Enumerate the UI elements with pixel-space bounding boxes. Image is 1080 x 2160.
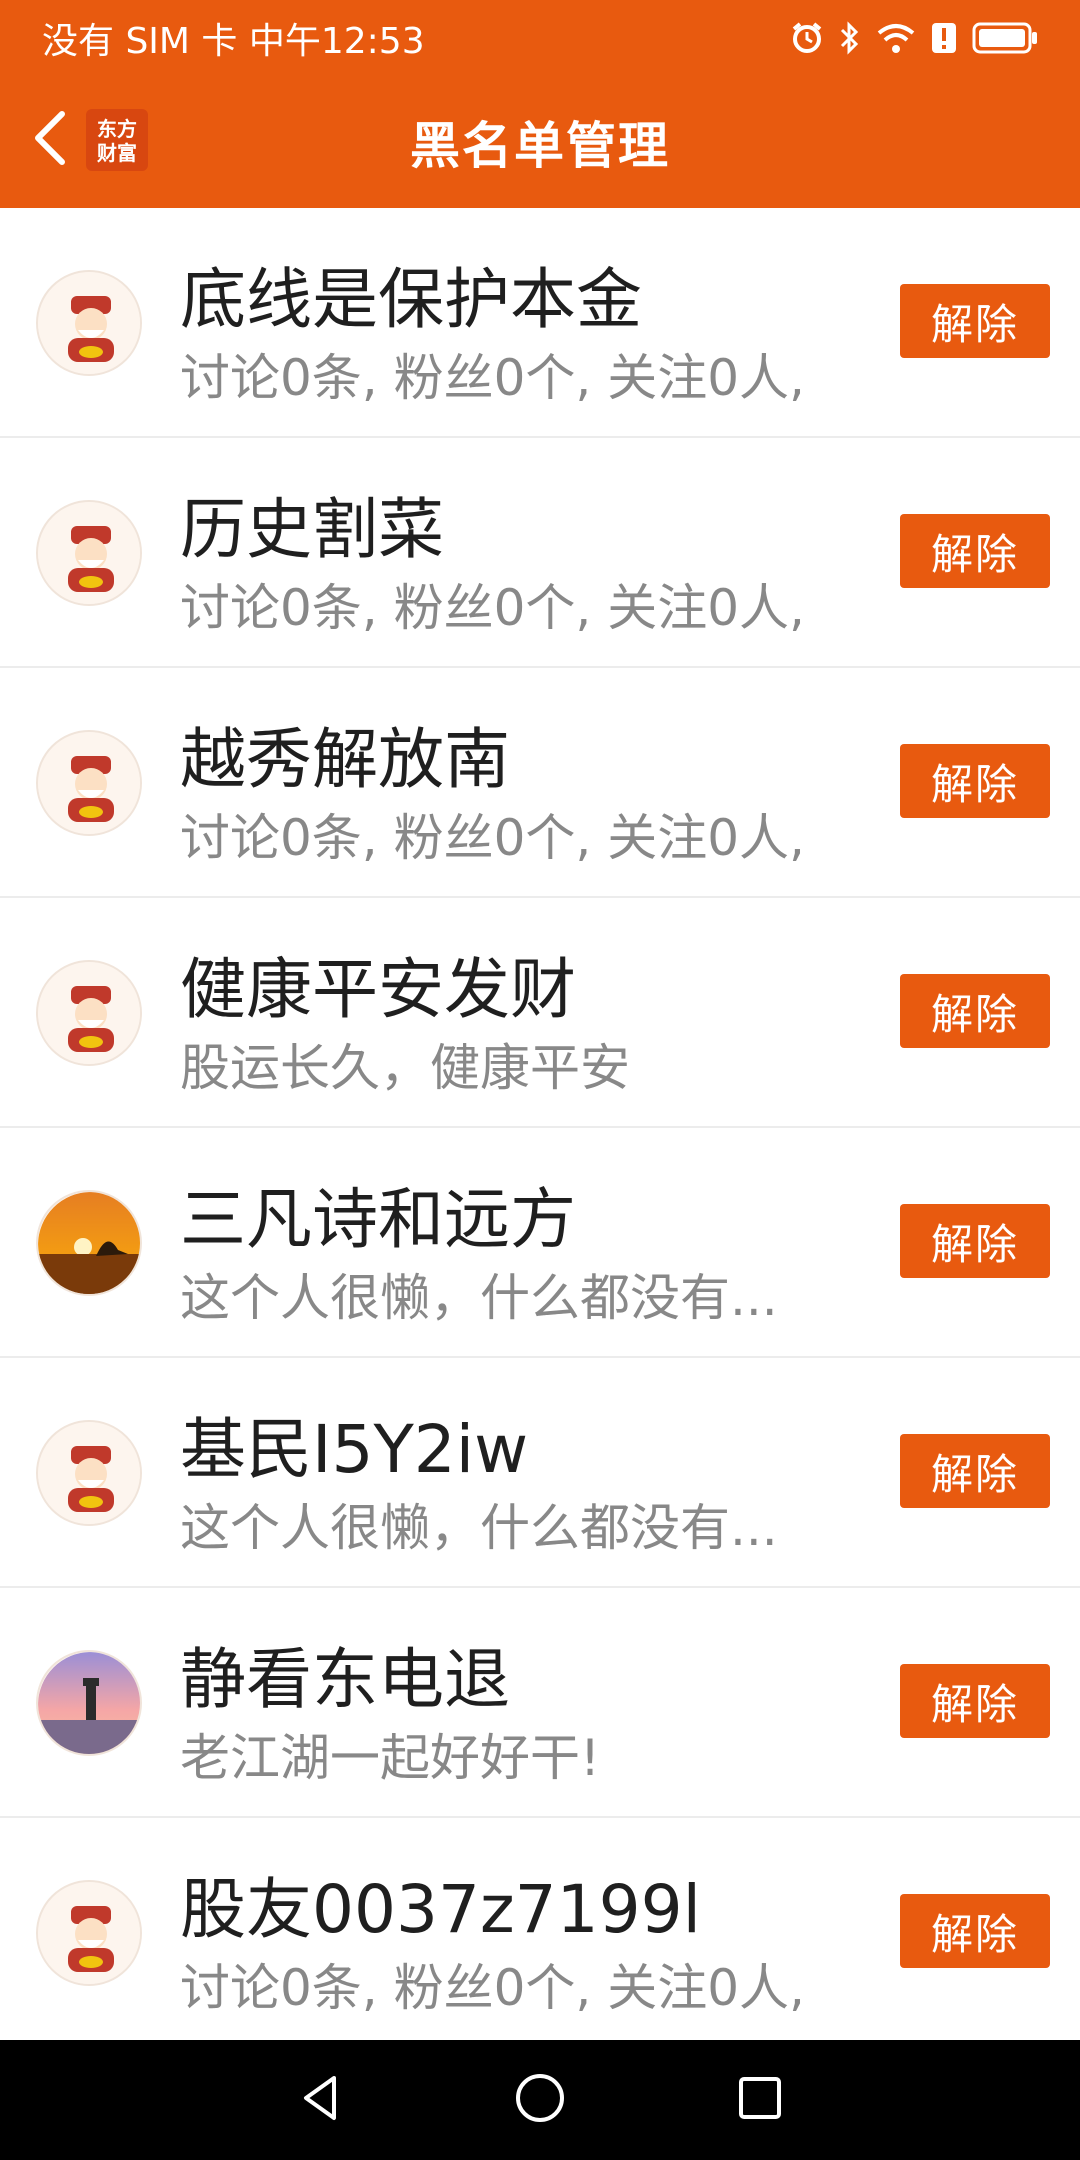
fortune-god-avatar bbox=[36, 730, 142, 836]
user-name: 静看东电退 bbox=[180, 1641, 510, 1718]
user-name: 越秀解放南 bbox=[180, 721, 510, 798]
alert-icon bbox=[930, 21, 958, 55]
list-item[interactable]: 越秀解放南 讨论0条, 粉丝0个, 关注0人, 解除 bbox=[0, 668, 1080, 898]
list-item[interactable]: 基民I5Y2iw 这个人很懒，什么都没有... 解除 bbox=[0, 1358, 1080, 1588]
fortune-god-avatar bbox=[36, 1420, 142, 1526]
fortune-god-avatar bbox=[36, 1880, 142, 1986]
user-name: 历史割菜 bbox=[180, 491, 444, 568]
user-name: 基民I5Y2iw bbox=[180, 1411, 529, 1488]
back-triangle-icon bbox=[294, 2072, 346, 2128]
fortune-god-avatar bbox=[36, 270, 142, 376]
list-item[interactable]: 三凡诗和远方 这个人很懒，什么都没有... 解除 bbox=[0, 1128, 1080, 1358]
user-desc: 这个人很懒，什么都没有... bbox=[180, 1269, 778, 1327]
app-logo: 东方 财富 bbox=[84, 107, 150, 173]
user-desc: 讨论0条, 粉丝0个, 关注0人, bbox=[180, 349, 805, 407]
back-button[interactable] bbox=[20, 105, 80, 175]
lighthouse-photo-avatar bbox=[36, 1650, 142, 1756]
unblock-button[interactable]: 解除 bbox=[900, 974, 1050, 1048]
blacklist: 底线是保护本金 讨论0条, 粉丝0个, 关注0人, 解除 历史割菜 讨论0条, … bbox=[0, 208, 1080, 2048]
home-circle-icon bbox=[512, 2070, 568, 2130]
list-item[interactable]: 底线是保护本金 讨论0条, 粉丝0个, 关注0人, 解除 bbox=[0, 208, 1080, 438]
user-name: 健康平安发财 bbox=[180, 951, 576, 1028]
list-item[interactable]: 历史割菜 讨论0条, 粉丝0个, 关注0人, 解除 bbox=[0, 438, 1080, 668]
user-desc: 讨论0条, 粉丝0个, 关注0人, bbox=[180, 1959, 805, 2017]
unblock-button[interactable]: 解除 bbox=[900, 1894, 1050, 1968]
user-desc: 股运长久，健康平安 bbox=[180, 1039, 630, 1097]
page-title: 黑名单管理 bbox=[410, 116, 670, 175]
user-desc: 老江湖一起好好干! bbox=[180, 1729, 601, 1787]
status-bar: 没有 SIM 卡 中午12:53 bbox=[0, 0, 1080, 75]
system-nav-bar bbox=[0, 2040, 1080, 2160]
app-header: 黑名单管理 东方 财富 bbox=[0, 75, 1080, 208]
user-name: 三凡诗和远方 bbox=[180, 1181, 576, 1258]
battery-icon bbox=[972, 21, 1038, 55]
wifi-icon bbox=[876, 21, 916, 55]
nav-back-button[interactable] bbox=[280, 2060, 360, 2140]
recents-square-icon bbox=[735, 2073, 785, 2127]
user-desc: 这个人很懒，什么都没有... bbox=[180, 1499, 778, 1557]
alarm-icon bbox=[790, 21, 824, 55]
fortune-god-avatar bbox=[36, 960, 142, 1066]
sunset-photo-avatar bbox=[36, 1190, 142, 1296]
list-item[interactable]: 健康平安发财 股运长久，健康平安 解除 bbox=[0, 898, 1080, 1128]
unblock-button[interactable]: 解除 bbox=[900, 1664, 1050, 1738]
carrier-time: 没有 SIM 卡 中午12:53 bbox=[42, 20, 425, 62]
user-desc: 讨论0条, 粉丝0个, 关注0人, bbox=[180, 809, 805, 867]
unblock-button[interactable]: 解除 bbox=[900, 284, 1050, 358]
bluetooth-icon bbox=[838, 20, 862, 56]
user-name: 股友0037z7199l bbox=[180, 1871, 701, 1948]
fortune-god-avatar bbox=[36, 500, 142, 606]
list-item[interactable]: 股友0037z7199l 讨论0条, 粉丝0个, 关注0人, 解除 bbox=[0, 1818, 1080, 2048]
user-desc: 讨论0条, 粉丝0个, 关注0人, bbox=[180, 579, 805, 637]
unblock-button[interactable]: 解除 bbox=[900, 1434, 1050, 1508]
chevron-left-icon bbox=[30, 108, 70, 172]
status-icons bbox=[790, 20, 1038, 56]
unblock-button[interactable]: 解除 bbox=[900, 744, 1050, 818]
user-name: 底线是保护本金 bbox=[180, 261, 642, 338]
logo-line1: 东方 bbox=[97, 117, 137, 141]
list-item[interactable]: 静看东电退 老江湖一起好好干! 解除 bbox=[0, 1588, 1080, 1818]
logo-line2: 财富 bbox=[97, 141, 137, 165]
unblock-button[interactable]: 解除 bbox=[900, 1204, 1050, 1278]
nav-recents-button[interactable] bbox=[720, 2060, 800, 2140]
nav-home-button[interactable] bbox=[500, 2060, 580, 2140]
unblock-button[interactable]: 解除 bbox=[900, 514, 1050, 588]
